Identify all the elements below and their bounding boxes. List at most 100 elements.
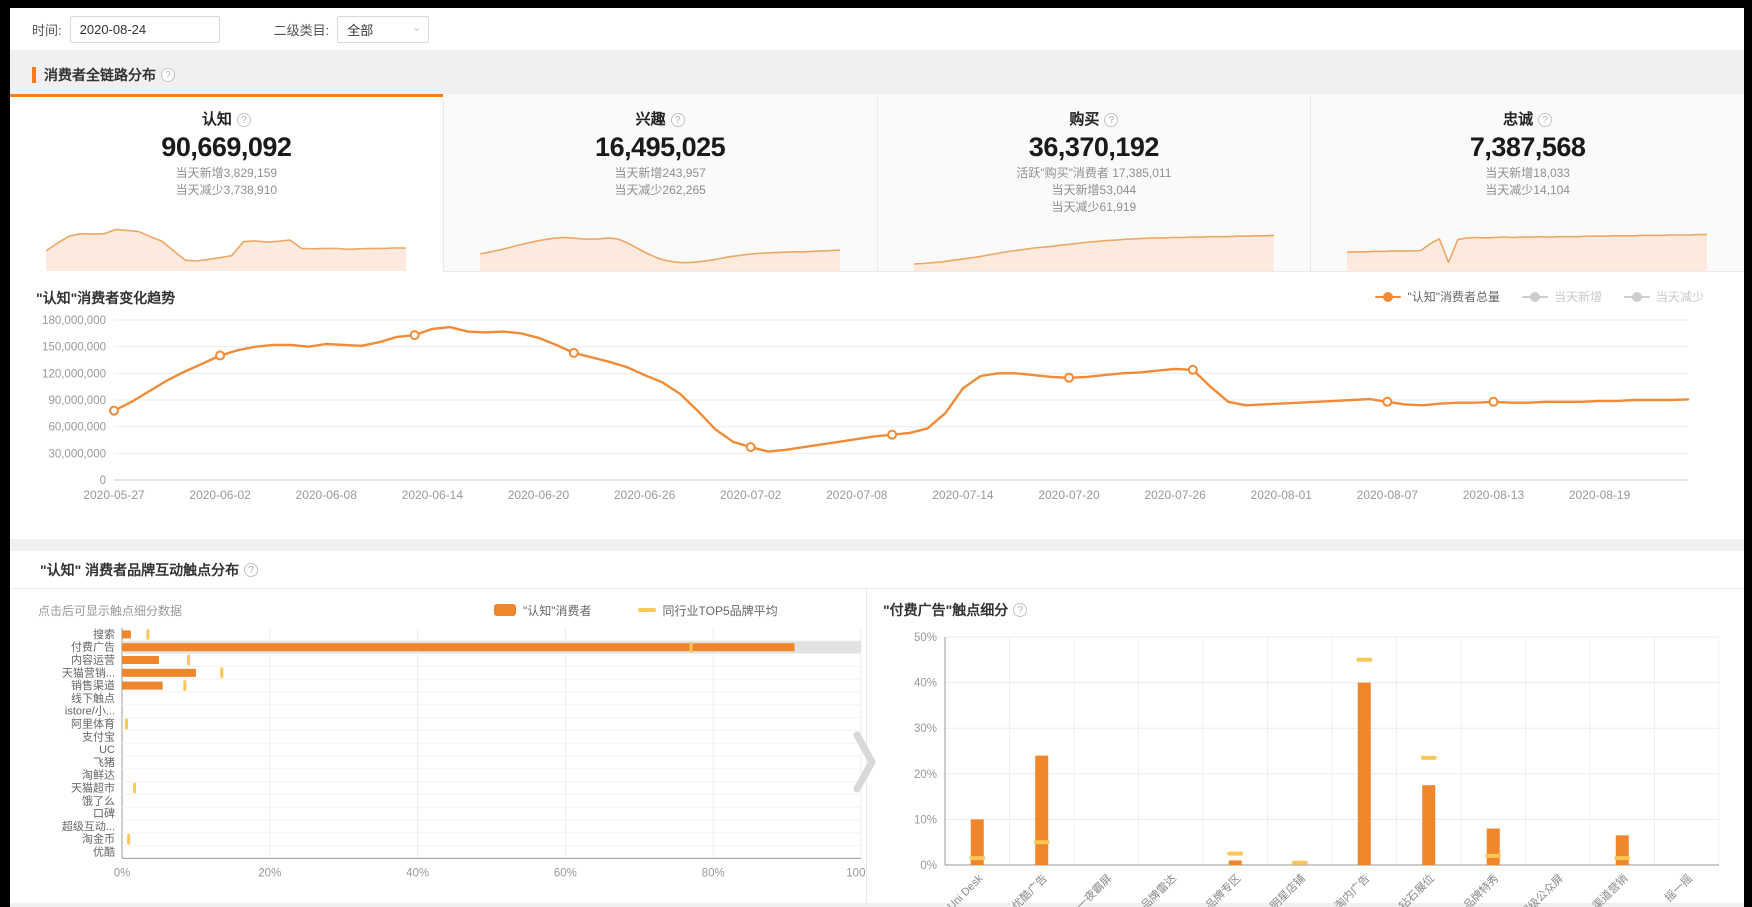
touchpoint-content: 点击后可显示触点细分数据 "认知"消费者同行业TOP5品牌平均 0%20%40%… (10, 589, 1744, 907)
industry-avg-tick (1292, 861, 1308, 865)
svg-text:2020-08-07: 2020-08-07 (1357, 488, 1419, 502)
data-point-marker[interactable] (570, 349, 578, 357)
touchpoint-bar[interactable] (122, 643, 794, 651)
data-point-marker[interactable] (1489, 398, 1497, 406)
funnel-tab-subline: 当天新增53,044 (878, 182, 1311, 199)
legend-line-dot-icon (1522, 292, 1548, 302)
touchpoint-category-label: 淘金币 (82, 832, 115, 846)
help-icon[interactable]: ? (161, 68, 175, 82)
data-point-marker[interactable] (411, 331, 419, 339)
touchpoint-category-label: 内容运营 (71, 653, 115, 667)
paid-ads-bar[interactable] (1229, 860, 1242, 865)
paid-ads-title-row: "付费广告"触点细分 ? (883, 597, 1744, 623)
category-filter-label: 二级类目: (274, 20, 330, 39)
sparkline-area-chart (480, 223, 840, 271)
paid-ads-bar[interactable] (1422, 785, 1435, 865)
svg-text:120,000,000: 120,000,000 (42, 368, 106, 380)
paid-ads-category-label: 品牌特秀 (1460, 871, 1501, 907)
trend-legend-label: 当天减少 (1656, 288, 1704, 305)
svg-text:20%: 20% (258, 867, 281, 879)
touchpoint-bar[interactable] (122, 682, 163, 690)
funnel-tab-1[interactable]: 认知?90,669,092当天新增3,829,159当天减少3,738,910 (10, 94, 443, 272)
touchpoint-bar[interactable] (122, 669, 196, 677)
funnel-tab-4[interactable]: 忠诚?7,387,568当天新增18,033当天减少14,104 (1310, 94, 1744, 272)
touchpoint-category-label: 淘鲜达 (82, 768, 115, 782)
svg-text:100%: 100% (846, 867, 866, 879)
touchpoint-category-label: 销售渠道 (71, 678, 115, 692)
funnel-tab-title: 兴趣? (444, 108, 877, 129)
funnel-tab-3[interactable]: 购买?36,370,192活跃"购买"消费者 17,385,011当天新增53,… (877, 94, 1311, 272)
touchpoint-category-label: 超级互动... (62, 819, 115, 833)
data-point-marker[interactable] (1189, 366, 1197, 374)
touchpoint-legend-item-1[interactable]: "认知"消费者 (494, 602, 592, 619)
help-icon[interactable]: ? (1013, 603, 1027, 617)
touchpoint-bar[interactable] (122, 656, 159, 664)
trend-line-series (114, 327, 1688, 452)
data-point-marker[interactable] (1383, 398, 1391, 406)
funnel-tab-2[interactable]: 兴趣?16,495,025当天新增243,957当天减少262,265 (443, 94, 877, 272)
help-icon[interactable]: ? (244, 563, 258, 577)
funnel-tab-value: 36,370,192 (878, 132, 1311, 163)
industry-avg-tick (1227, 852, 1243, 856)
funnel-tab-subline: 当天新增18,033 (1311, 165, 1744, 182)
funnel-tab-subline: 当天减少61,919 (878, 199, 1311, 216)
data-point-marker[interactable] (747, 443, 755, 451)
svg-text:2020-07-08: 2020-07-08 (826, 488, 888, 502)
date-input[interactable] (70, 16, 220, 43)
touchpoint-legend-item-2[interactable]: 同行业TOP5品牌平均 (638, 602, 778, 619)
paid-ads-category-label: 优酷广告 (1010, 872, 1050, 907)
funnel-tab-value: 7,387,568 (1311, 132, 1744, 163)
paid-ads-category-label: 一夜霸屏 (1073, 871, 1114, 907)
industry-avg-tick (183, 680, 186, 691)
paid-ads-category-label: 超级公众屏 (1517, 871, 1566, 907)
funnel-tab-subline: 当天减少262,265 (444, 182, 877, 199)
help-icon[interactable]: ? (1538, 113, 1552, 127)
data-point-marker[interactable] (216, 352, 224, 360)
svg-text:40%: 40% (914, 678, 937, 690)
legend-line-dot-icon (1624, 292, 1650, 302)
paid-ads-bar[interactable] (1487, 829, 1500, 865)
trend-legend-item-3[interactable]: 当天减少 (1624, 288, 1704, 305)
paid-ads-bar[interactable] (1035, 756, 1048, 865)
data-point-marker[interactable] (110, 407, 118, 415)
chevron-right-icon (853, 731, 879, 793)
touchpoint-legend: "认知"消费者 同行业TOP5品牌平均 (494, 602, 824, 619)
data-point-marker[interactable] (888, 431, 896, 439)
trend-legend-item-2[interactable]: 当天新增 (1522, 288, 1602, 305)
sparkline-area-chart (46, 223, 406, 271)
section-header: 消费者全链路分布 ? (32, 65, 1744, 85)
paid-ads-category-label: 品牌专区 (1202, 871, 1243, 907)
paid-ads-bar-chart[interactable]: 0%10%20%30%40%50%Uni Desk优酷广告一夜霸屏品牌雷达品牌专… (883, 623, 1728, 907)
trend-chart-title: "认知"消费者变化趋势 (36, 290, 175, 306)
touchpoint-bar-chart[interactable]: 0%20%40%60%80%100%搜索付费广告内容运营天猫营销...销售渠道线… (38, 623, 866, 907)
svg-text:2020-08-01: 2020-08-01 (1251, 488, 1313, 502)
help-icon[interactable]: ? (1104, 113, 1118, 127)
time-filter-label: 时间: (32, 20, 62, 39)
industry-avg-tick (220, 667, 223, 678)
funnel-tab-subline: 当天新增3,829,159 (10, 165, 443, 182)
help-icon[interactable]: ? (671, 113, 685, 127)
help-icon[interactable]: ? (237, 113, 251, 127)
touchpoint-bar[interactable] (122, 630, 131, 638)
svg-text:2020-07-14: 2020-07-14 (932, 488, 994, 502)
funnel-tab-title: 忠诚? (1311, 108, 1744, 129)
paid-ads-category-label: Uni Desk (945, 872, 985, 907)
paid-ads-bar[interactable] (1358, 683, 1371, 865)
industry-avg-tick (125, 719, 128, 730)
touchpoint-category-label: 飞猪 (93, 756, 115, 769)
category-select[interactable]: 全部 ⌄ (337, 16, 429, 43)
trend-legend-item-1[interactable]: "认知"消费者总量 (1375, 288, 1500, 305)
industry-avg-tick (133, 783, 136, 794)
svg-text:0%: 0% (920, 860, 937, 872)
data-point-marker[interactable] (1065, 374, 1073, 382)
paid-ads-bar[interactable] (1616, 835, 1629, 865)
svg-text:40%: 40% (406, 867, 429, 879)
svg-text:10%: 10% (914, 814, 937, 826)
trend-line-chart[interactable]: 030,000,00060,000,00090,000,000120,000,0… (36, 308, 1718, 530)
accent-bar (32, 67, 36, 83)
sparkline-area-chart (914, 223, 1274, 271)
svg-text:180,000,000: 180,000,000 (42, 315, 106, 327)
industry-avg-tick (969, 856, 985, 860)
trend-legend: "认知"消费者总量 当天新增 当天减少 (1353, 288, 1704, 305)
svg-text:90,000,000: 90,000,000 (48, 395, 106, 407)
